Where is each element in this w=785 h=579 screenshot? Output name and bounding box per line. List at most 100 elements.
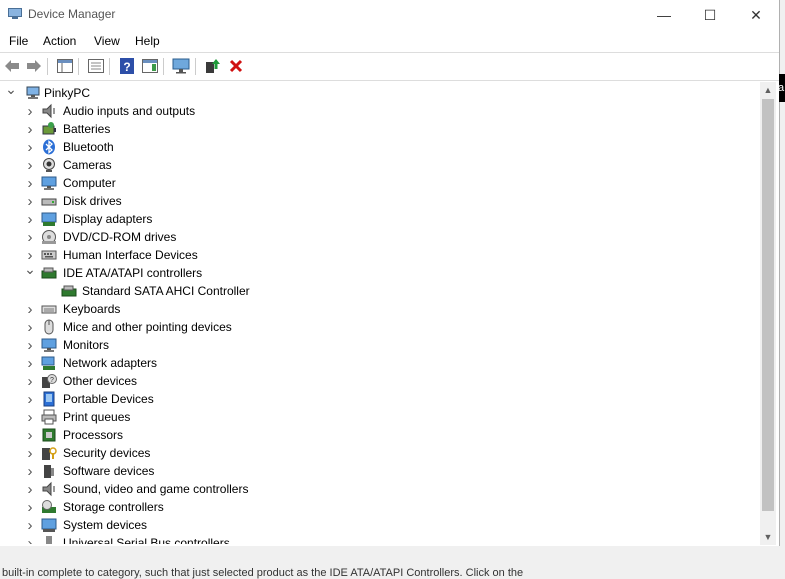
properties-button[interactable] [87, 57, 105, 75]
processor-icon [42, 428, 56, 442]
portable-device-icon [43, 391, 55, 407]
background-window-text: a [779, 82, 785, 94]
maximize-button[interactable]: ☐ [687, 0, 733, 30]
tree-category[interactable]: › Mice and other pointing devices [0, 318, 758, 336]
device-manager-app-icon [8, 8, 22, 19]
tree-item-label: Batteries [63, 122, 111, 136]
expand-chevron-right-icon[interactable]: › [25, 372, 35, 390]
expand-chevron-right-icon[interactable]: › [25, 480, 35, 498]
uninstall-device-button[interactable] [227, 57, 245, 75]
tree-item-label: Security devices [63, 446, 151, 460]
show-hide-console-tree-button[interactable] [56, 57, 74, 75]
tree-category[interactable]: › Sound, video and game controllers [0, 480, 758, 498]
tree-category[interactable]: › Storage controllers [0, 498, 758, 516]
menu-view[interactable]: View [94, 34, 120, 48]
tree-item-label: Keyboards [63, 302, 121, 316]
expand-chevron-right-icon[interactable]: › [25, 408, 35, 426]
menu-action[interactable]: Action [43, 34, 76, 48]
help-icon: ? [120, 58, 134, 74]
tree-category[interactable]: › Portable Devices [0, 390, 758, 408]
speaker-icon [42, 481, 55, 497]
forward-button[interactable] [25, 57, 43, 75]
tree-category[interactable]: › Disk drives [0, 192, 758, 210]
network-adapter-icon [41, 356, 55, 370]
expand-chevron-down-icon[interactable]: ⌄ [5, 82, 17, 98]
show-hide-console-tree-icon [57, 59, 73, 73]
tree-category[interactable]: › Batteries [0, 120, 758, 138]
back-button[interactable] [3, 57, 21, 75]
device-tree[interactable]: ⌄ PinkyPC › Audio inputs and outputs › Batter… [0, 82, 760, 544]
expand-chevron-down-icon[interactable]: ⌄ [24, 260, 36, 278]
tree-category[interactable]: › Keyboards [0, 300, 758, 318]
expand-chevron-right-icon[interactable]: › [25, 390, 35, 408]
expand-chevron-right-icon[interactable]: › [25, 102, 35, 120]
menu-file[interactable]: File [9, 34, 28, 48]
tree-item-label: Software devices [63, 464, 155, 478]
scan-hardware-changes-button[interactable] [172, 57, 190, 75]
tree-item-label: Network adapters [63, 356, 158, 370]
tree-category[interactable]: ›? Other devices [0, 372, 758, 390]
menu-help[interactable]: Help [135, 34, 160, 48]
help-button[interactable]: ? [118, 57, 136, 75]
expand-chevron-right-icon[interactable]: › [25, 534, 35, 545]
background-window-fragment: a [779, 74, 785, 102]
toolbar-separator [163, 58, 164, 75]
tree-category[interactable]: ⌄ IDE ATA/ATAPI controllers [0, 261, 758, 282]
minimize-icon: — [657, 7, 671, 23]
expand-chevron-right-icon[interactable]: › [25, 210, 35, 228]
expand-chevron-right-icon[interactable]: › [25, 498, 35, 516]
tree-category[interactable]: › DVD/CD-ROM drives [0, 228, 758, 246]
tree-category[interactable]: › Monitors [0, 336, 758, 354]
tree-category[interactable]: › Audio inputs and outputs [0, 102, 758, 120]
tree-item-label: Standard SATA AHCI Controller [82, 284, 250, 298]
expand-chevron-right-icon[interactable]: › [25, 318, 35, 336]
title-bar[interactable]: Device Manager — ☐ ✕ [0, 0, 779, 30]
tree-category[interactable]: › Network adapters [0, 354, 758, 372]
tree-item-label: Human Interface Devices [63, 248, 198, 262]
expand-chevron-right-icon[interactable]: › [25, 192, 35, 210]
toolbar-separator [195, 58, 196, 75]
tree-child-item[interactable]: Standard SATA AHCI Controller [0, 282, 758, 300]
vertical-scrollbar[interactable]: ▲ ▼ [760, 82, 776, 545]
expand-chevron-right-icon[interactable]: › [25, 462, 35, 480]
tree-item-label: Audio inputs and outputs [63, 104, 196, 118]
expand-chevron-right-icon[interactable]: › [25, 300, 35, 318]
expand-chevron-right-icon[interactable]: › [25, 156, 35, 174]
tree-category[interactable]: › Computer [0, 174, 758, 192]
expand-chevron-right-icon[interactable]: › [25, 336, 35, 354]
tree-category[interactable]: › Universal Serial Bus controllers [0, 534, 758, 544]
scroll-up-arrow[interactable]: ▲ [760, 82, 776, 98]
tree-category[interactable]: › Security devices [0, 444, 758, 462]
tree-category[interactable]: › Bluetooth [0, 138, 758, 156]
tree-item-label: Disk drives [63, 194, 122, 208]
tree-item-label: System devices [63, 518, 148, 532]
scroll-thumb[interactable] [762, 99, 774, 511]
action-pane-button[interactable] [141, 57, 159, 75]
expand-chevron-right-icon[interactable]: › [25, 516, 35, 534]
tree-item-label: Cameras [63, 158, 112, 172]
update-driver-button[interactable] [204, 57, 222, 75]
tree-item-label: Storage controllers [63, 500, 164, 514]
scroll-down-arrow[interactable]: ▼ [760, 529, 776, 545]
expand-chevron-right-icon[interactable]: › [25, 426, 35, 444]
expand-chevron-right-icon[interactable]: › [25, 174, 35, 192]
usb-icon [46, 536, 52, 544]
close-button[interactable]: ✕ [733, 0, 779, 30]
expand-chevron-right-icon[interactable]: › [25, 138, 35, 156]
minimize-button[interactable]: — [641, 0, 687, 30]
tree-category[interactable]: › Print queues [0, 408, 758, 426]
tree-category[interactable]: › Software devices [0, 462, 758, 480]
tree-category[interactable]: › Display adapters [0, 210, 758, 228]
expand-chevron-right-icon[interactable]: › [25, 444, 35, 462]
tree-category[interactable]: › System devices [0, 516, 758, 534]
expand-chevron-right-icon[interactable]: › [25, 120, 35, 138]
expand-chevron-right-icon[interactable]: › [25, 354, 35, 372]
close-icon: ✕ [750, 6, 762, 23]
tree-category[interactable]: › Cameras [0, 156, 758, 174]
tree-category[interactable]: › Human Interface Devices [0, 246, 758, 264]
tree-category[interactable]: › Processors [0, 426, 758, 444]
tree-item-label: Other devices [63, 374, 138, 388]
expand-chevron-right-icon[interactable]: › [25, 228, 35, 246]
tree-root[interactable]: ⌄ PinkyPC [0, 82, 758, 102]
toolbar: ? [0, 52, 779, 81]
